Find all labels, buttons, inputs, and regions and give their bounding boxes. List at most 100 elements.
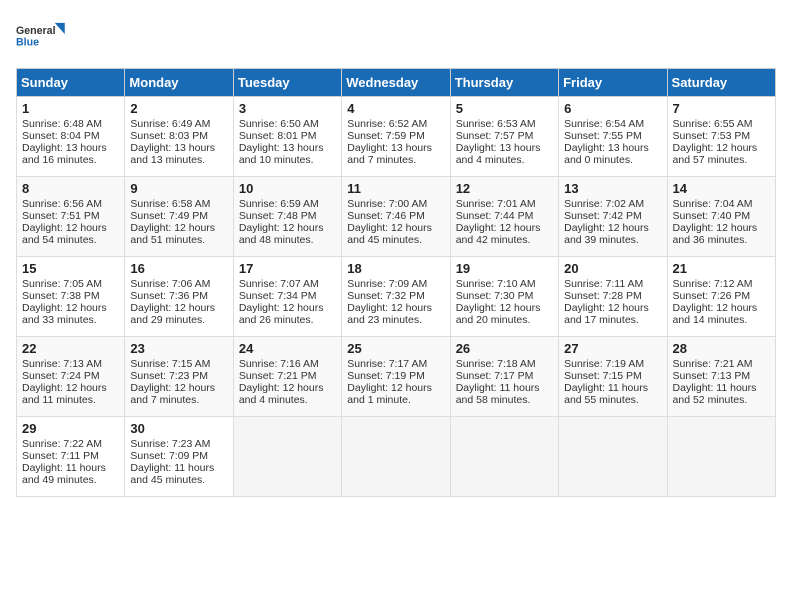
sunrise-text: Sunrise: 6:54 AM xyxy=(564,118,644,130)
sunrise-text: Sunrise: 7:21 AM xyxy=(673,358,753,370)
sunset-text: Sunset: 7:24 PM xyxy=(22,370,100,382)
calendar-week-row: 1Sunrise: 6:48 AMSunset: 8:04 PMDaylight… xyxy=(17,97,776,177)
calendar-cell: 28Sunrise: 7:21 AMSunset: 7:13 PMDayligh… xyxy=(667,337,775,417)
sunrise-text: Sunrise: 6:53 AM xyxy=(456,118,536,130)
calendar-header-row: SundayMondayTuesdayWednesdayThursdayFrid… xyxy=(17,69,776,97)
sunset-text: Sunset: 7:46 PM xyxy=(347,210,425,222)
calendar-cell: 7Sunrise: 6:55 AMSunset: 7:53 PMDaylight… xyxy=(667,97,775,177)
calendar-header-cell: Tuesday xyxy=(233,69,341,97)
sunrise-text: Sunrise: 7:16 AM xyxy=(239,358,319,370)
daylight-text: Daylight: 12 hours and 54 minutes. xyxy=(22,222,107,246)
day-number: 26 xyxy=(456,341,553,356)
calendar-header-cell: Monday xyxy=(125,69,233,97)
daylight-text: Daylight: 12 hours and 48 minutes. xyxy=(239,222,324,246)
daylight-text: Daylight: 12 hours and 14 minutes. xyxy=(673,302,758,326)
calendar-cell: 30 Sunrise: 7:23 AMSunset: 7:09 PMDayligh… xyxy=(125,417,233,497)
daylight-text: Daylight: 11 hours and 52 minutes. xyxy=(673,382,757,406)
calendar-cell: 23Sunrise: 7:15 AMSunset: 7:23 PMDayligh… xyxy=(125,337,233,417)
sunrise-text: Sunrise: 6:49 AM xyxy=(130,118,210,130)
calendar-cell xyxy=(342,417,450,497)
day-number: 5 xyxy=(456,101,553,116)
calendar-cell: 18Sunrise: 7:09 AMSunset: 7:32 PMDayligh… xyxy=(342,257,450,337)
calendar-cell: 22Sunrise: 7:13 AMSunset: 7:24 PMDayligh… xyxy=(17,337,125,417)
daylight-text: Daylight: 12 hours and 42 minutes. xyxy=(456,222,541,246)
day-number: 14 xyxy=(673,181,770,196)
sunset-text: Sunset: 7:32 PM xyxy=(347,290,425,302)
calendar-cell xyxy=(559,417,667,497)
sunset-text: Sunset: 7:36 PM xyxy=(130,290,208,302)
calendar-cell: 25Sunrise: 7:17 AMSunset: 7:19 PMDayligh… xyxy=(342,337,450,417)
sunrise-text: Sunrise: 7:11 AM xyxy=(564,278,643,290)
daylight-text: Daylight: 12 hours and 29 minutes. xyxy=(130,302,215,326)
sunset-text: Sunset: 7:30 PM xyxy=(456,290,534,302)
daylight-text: Daylight: 13 hours and 16 minutes. xyxy=(22,142,107,166)
daylight-text: Daylight: 12 hours and 23 minutes. xyxy=(347,302,432,326)
sunrise-text: Sunrise: 7:17 AM xyxy=(347,358,427,370)
daylight-text: Daylight: 13 hours and 10 minutes. xyxy=(239,142,324,166)
daylight-text: Daylight: 12 hours and 36 minutes. xyxy=(673,222,758,246)
calendar-cell: 24Sunrise: 7:16 AMSunset: 7:21 PMDayligh… xyxy=(233,337,341,417)
sunset-text: Sunset: 7:09 PM xyxy=(130,450,208,462)
calendar-header-cell: Wednesday xyxy=(342,69,450,97)
calendar-cell xyxy=(667,417,775,497)
daylight-text: Daylight: 12 hours and 4 minutes. xyxy=(239,382,324,406)
calendar-cell: 16Sunrise: 7:06 AMSunset: 7:36 PMDayligh… xyxy=(125,257,233,337)
day-number: 22 xyxy=(22,341,119,356)
daylight-text: Daylight: 12 hours and 20 minutes. xyxy=(456,302,541,326)
calendar-cell: 19Sunrise: 7:10 AMSunset: 7:30 PMDayligh… xyxy=(450,257,558,337)
calendar-cell: 6Sunrise: 6:54 AMSunset: 7:55 PMDaylight… xyxy=(559,97,667,177)
daylight-text: Daylight: 13 hours and 4 minutes. xyxy=(456,142,541,166)
daylight-text: Daylight: 13 hours and 0 minutes. xyxy=(564,142,649,166)
day-number: 25 xyxy=(347,341,444,356)
sunset-text: Sunset: 7:19 PM xyxy=(347,370,425,382)
day-number: 9 xyxy=(130,181,227,196)
daylight-text: Daylight: 12 hours and 51 minutes. xyxy=(130,222,215,246)
sunset-text: Sunset: 7:15 PM xyxy=(564,370,642,382)
calendar-cell: 5Sunrise: 6:53 AMSunset: 7:57 PMDaylight… xyxy=(450,97,558,177)
day-number: 27 xyxy=(564,341,661,356)
day-number: 13 xyxy=(564,181,661,196)
day-number: 17 xyxy=(239,261,336,276)
daylight-text: Daylight: 12 hours and 45 minutes. xyxy=(347,222,432,246)
svg-text:Blue: Blue xyxy=(16,36,39,48)
sunrise-text: Sunrise: 7:13 AM xyxy=(22,358,102,370)
calendar-cell: 8Sunrise: 6:56 AMSunset: 7:51 PMDaylight… xyxy=(17,177,125,257)
calendar-cell: 21Sunrise: 7:12 AMSunset: 7:26 PMDayligh… xyxy=(667,257,775,337)
sunset-text: Sunset: 7:13 PM xyxy=(673,370,751,382)
day-number: 7 xyxy=(673,101,770,116)
sunset-text: Sunset: 8:01 PM xyxy=(239,130,317,142)
daylight-text: Daylight: 12 hours and 26 minutes. xyxy=(239,302,324,326)
day-number: 3 xyxy=(239,101,336,116)
day-number: 30 xyxy=(130,421,227,436)
sunset-text: Sunset: 7:44 PM xyxy=(456,210,534,222)
sunrise-text: Sunrise: 7:09 AM xyxy=(347,278,427,290)
calendar-cell: 12Sunrise: 7:01 AMSunset: 7:44 PMDayligh… xyxy=(450,177,558,257)
sunrise-text: Sunrise: 7:01 AM xyxy=(456,198,536,210)
sunrise-text: Sunrise: 6:48 AM xyxy=(22,118,102,130)
daylight-text: Daylight: 11 hours and 58 minutes. xyxy=(456,382,540,406)
daylight-text: Daylight: 11 hours and 49 minutes. xyxy=(22,462,106,486)
calendar-cell: 26Sunrise: 7:18 AMSunset: 7:17 PMDayligh… xyxy=(450,337,558,417)
calendar-cell xyxy=(450,417,558,497)
sunset-text: Sunset: 7:26 PM xyxy=(673,290,751,302)
day-number: 29 xyxy=(22,421,119,436)
sunset-text: Sunset: 7:59 PM xyxy=(347,130,425,142)
day-number: 16 xyxy=(130,261,227,276)
sunrise-text: Sunrise: 6:56 AM xyxy=(22,198,102,210)
sunset-text: Sunset: 7:11 PM xyxy=(22,450,99,462)
logo-svg: General Blue xyxy=(16,16,66,56)
daylight-text: Daylight: 11 hours and 55 minutes. xyxy=(564,382,648,406)
day-number: 20 xyxy=(564,261,661,276)
calendar-cell: 13Sunrise: 7:02 AMSunset: 7:42 PMDayligh… xyxy=(559,177,667,257)
calendar-week-row: 29Sunrise: 7:22 AMSunset: 7:11 PMDayligh… xyxy=(17,417,776,497)
sunrise-text: Sunrise: 7:10 AM xyxy=(456,278,536,290)
calendar-cell: 15Sunrise: 7:05 AMSunset: 7:38 PMDayligh… xyxy=(17,257,125,337)
sunrise-text: Sunrise: 7:23 AM xyxy=(130,438,210,450)
day-number: 10 xyxy=(239,181,336,196)
day-number: 8 xyxy=(22,181,119,196)
sunset-text: Sunset: 7:48 PM xyxy=(239,210,317,222)
calendar-cell: 2Sunrise: 6:49 AMSunset: 8:03 PMDaylight… xyxy=(125,97,233,177)
daylight-text: Daylight: 11 hours and 45 minutes. xyxy=(130,462,214,486)
calendar-cell: 4Sunrise: 6:52 AMSunset: 7:59 PMDaylight… xyxy=(342,97,450,177)
daylight-text: Daylight: 12 hours and 39 minutes. xyxy=(564,222,649,246)
